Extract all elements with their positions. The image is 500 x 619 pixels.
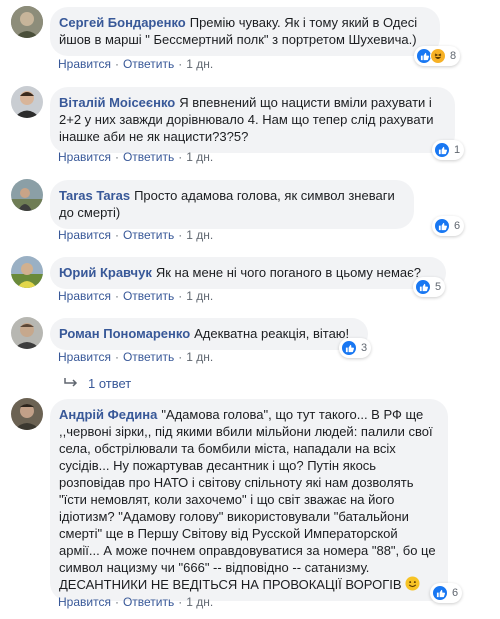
reaction-count: 3 [361,342,368,354]
comment-author[interactable]: Роман Пономаренко [59,326,190,341]
comment-author[interactable]: Андрій Федина [59,407,157,422]
avatar[interactable] [11,6,43,38]
comment-bubble: Андрій Федина "Адамова голова", що тут та… [50,399,448,601]
comment-time[interactable]: 1 дн. [186,289,213,303]
avatar-image [11,317,43,349]
reply-link[interactable]: Ответить [123,228,174,242]
comment-actions: Нравится · Ответить · 1 дн. [58,227,213,243]
reaction-summary[interactable]: 3 [339,338,372,358]
separator: · [114,289,119,303]
reaction-count: 1 [454,144,461,156]
comments-section: Сергей Бондаренко Премію чуваку. Як і том… [0,0,500,619]
separator: · [114,150,119,164]
comment-time[interactable]: 1 дн. [186,350,213,364]
reaction-summary[interactable]: 8 [414,46,461,66]
reply-arrow-icon [64,376,78,391]
reply-link[interactable]: Ответить [123,150,174,164]
separator: · [178,595,183,609]
comment-author[interactable]: Taras Taras [59,188,130,203]
like-link[interactable]: Нравится [58,595,111,609]
reaction-count: 6 [452,587,459,599]
separator: · [114,595,119,609]
avatar[interactable] [11,256,43,288]
comment-bubble: Віталій Моісеєнко Я впевнений що нацисти … [50,87,455,153]
haha-icon [430,48,446,64]
like-icon [415,279,431,295]
comment-text: Як на мене ні чого поганого в цьому нема… [155,265,421,280]
comment-author[interactable]: Віталій Моісеєнко [59,95,175,110]
smile-emoji-icon [405,576,420,591]
like-icon [434,218,450,234]
like-link[interactable]: Нравится [58,228,111,242]
like-icon [432,585,448,601]
avatar[interactable] [11,86,43,118]
avatar-image [11,179,43,211]
reaction-summary[interactable]: 6 [430,583,463,603]
comment-actions: Нравится · Ответить · 1 дн. [58,349,213,365]
reaction-summary[interactable]: 1 [432,140,465,160]
like-link[interactable]: Нравится [58,350,111,364]
avatar[interactable] [11,317,43,349]
reply-link[interactable]: Ответить [123,350,174,364]
avatar[interactable] [11,398,43,430]
reply-link[interactable]: Ответить [123,57,174,71]
separator: · [178,350,183,364]
avatar-image [11,398,43,430]
avatar-image [11,86,43,118]
avatar[interactable] [11,179,43,211]
comment-author[interactable]: Сергей Бондаренко [59,15,186,30]
comment-time[interactable]: 1 дн. [186,595,213,609]
comment-text: Адекватна реакція, вітаю! [194,326,350,341]
comment-author[interactable]: Юрий Кравчук [59,265,152,280]
comment-bubble: Taras Taras Просто адамова голова, як сим… [50,180,414,229]
separator: · [178,228,183,242]
separator: · [178,289,183,303]
comment-time[interactable]: 1 дн. [186,228,213,242]
comment-bubble: Сергей Бондаренко Премію чуваку. Як і том… [50,7,440,56]
comment-time[interactable]: 1 дн. [186,57,213,71]
separator: · [114,57,119,71]
comment-actions: Нравится · Ответить · 1 дн. [58,56,213,72]
separator: · [114,350,119,364]
reaction-count: 5 [435,281,442,293]
reaction-count: 8 [450,50,457,62]
comment-actions: Нравится · Ответить · 1 дн. [58,149,213,165]
comment-actions: Нравится · Ответить · 1 дн. [58,288,213,304]
like-link[interactable]: Нравится [58,289,111,303]
separator: · [114,228,119,242]
separator: · [178,150,183,164]
view-replies-link[interactable]: 1 ответ [64,376,131,391]
avatar-image [11,6,43,38]
like-link[interactable]: Нравится [58,57,111,71]
reply-link[interactable]: Ответить [123,289,174,303]
reply-link[interactable]: Ответить [123,595,174,609]
comment-actions: Нравится · Ответить · 1 дн. [58,594,213,610]
reaction-summary[interactable]: 6 [432,216,465,236]
comment-bubble: Роман Пономаренко Адекватна реакція, віта… [50,318,368,350]
comment-time[interactable]: 1 дн. [186,150,213,164]
like-icon [434,142,450,158]
comment-bubble: Юрий Кравчук Як на мене ні чого поганого … [50,257,446,289]
separator: · [178,57,183,71]
comment-text: "Адамова голова", що тут такого... В РФ … [59,407,436,592]
reaction-summary[interactable]: 5 [413,277,446,297]
like-link[interactable]: Нравится [58,150,111,164]
like-icon [341,340,357,356]
avatar-image [11,256,43,288]
reaction-count: 6 [454,220,461,232]
replies-count: 1 ответ [88,376,132,391]
